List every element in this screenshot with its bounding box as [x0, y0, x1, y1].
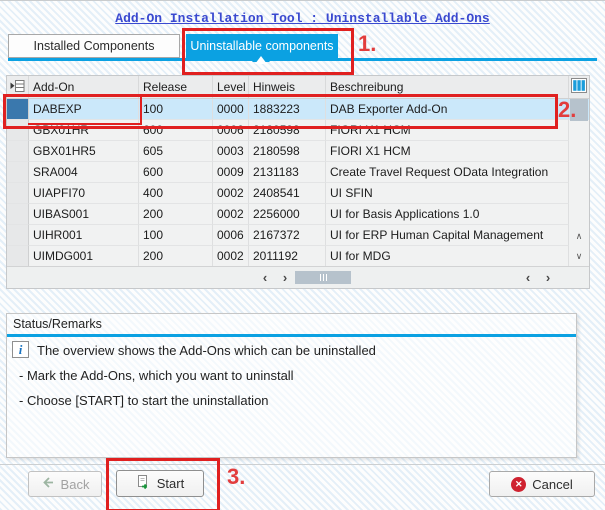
status-remarks-panel: Status/Remarks i The overview shows the … [6, 313, 577, 458]
tab-installed-label: Installed Components [34, 39, 155, 53]
row-selector[interactable] [7, 141, 29, 162]
annotation-number-2: 2. [558, 97, 576, 123]
status-panel-title: Status/Remarks [13, 317, 102, 331]
cell-release[interactable]: 605 [139, 141, 213, 162]
cell-beschreibung[interactable]: UI SFIN [326, 183, 569, 204]
cancel-icon: ✕ [511, 477, 526, 492]
cell-level[interactable]: 0002 [213, 246, 249, 267]
status-info-text: The overview shows the Add-Ons which can… [37, 343, 376, 358]
horizontal-scrollbar-thumb[interactable] [295, 271, 351, 284]
annotation-number-3: 3. [227, 464, 245, 490]
cell-beschreibung[interactable]: Create Travel Request OData Integration [326, 162, 569, 183]
cell-release[interactable]: 200 [139, 246, 213, 267]
row-selector[interactable] [7, 162, 29, 183]
annotation-box-1 [182, 28, 354, 75]
cell-addon[interactable]: UIHR001 [29, 225, 139, 246]
cell-hinweis[interactable]: 2256000 [249, 204, 326, 225]
cell-release[interactable]: 200 [139, 204, 213, 225]
back-button: Back [28, 471, 102, 497]
status-bullet-2: - Choose [START] to start the uninstalla… [19, 393, 269, 408]
cell-addon[interactable]: GBX01HR5 [29, 141, 139, 162]
row-selector[interactable] [7, 204, 29, 225]
cell-hinweis[interactable]: 2180598 [249, 141, 326, 162]
annotation-number-1: 1. [358, 31, 376, 57]
pane-scroll-right-button[interactable]: › [540, 268, 556, 287]
row-selector[interactable] [7, 183, 29, 204]
cell-beschreibung[interactable]: UI for ERP Human Capital Management [326, 225, 569, 246]
cancel-button-label: Cancel [532, 477, 572, 492]
cell-release[interactable]: 100 [139, 225, 213, 246]
cell-addon[interactable]: UIMDG001 [29, 246, 139, 267]
table-select-all-icon [10, 79, 25, 96]
cell-level[interactable]: 0009 [213, 162, 249, 183]
pane-scroll-left-button[interactable]: ‹ [520, 268, 536, 287]
cell-level[interactable]: 0002 [213, 204, 249, 225]
page-title: Add-On Installation Tool : Uninstallable… [0, 11, 605, 26]
chevron-up-icon: ∧ [576, 231, 583, 242]
chevron-down-icon: ∨ [576, 251, 583, 262]
status-bullet-1: - Mark the Add-Ons, which you want to un… [19, 368, 294, 383]
info-icon: i [12, 341, 29, 358]
table-row[interactable]: UIMDG00120000022011192UI for MDG [7, 246, 589, 267]
cell-level[interactable]: 0003 [213, 141, 249, 162]
cell-release[interactable]: 600 [139, 162, 213, 183]
scroll-up-button[interactable]: ∧ [569, 226, 589, 246]
annotation-box-3 [106, 458, 220, 510]
chevron-left-icon: ‹ [263, 270, 267, 285]
cancel-button[interactable]: ✕ Cancel [489, 471, 595, 497]
cell-hinweis[interactable]: 2408541 [249, 183, 326, 204]
chevron-left-icon: ‹ [526, 270, 530, 285]
row-selector[interactable] [7, 225, 29, 246]
status-panel-divider [7, 334, 576, 337]
cell-addon[interactable]: SRA004 [29, 162, 139, 183]
row-selector[interactable] [7, 246, 29, 267]
horizontal-scrollbar: ‹ › ‹ › [7, 266, 569, 288]
cell-hinweis[interactable]: 2011192 [249, 246, 326, 267]
chevron-right-icon: › [546, 270, 550, 285]
cell-hinweis[interactable]: 2131183 [249, 162, 326, 183]
cell-release[interactable]: 400 [139, 183, 213, 204]
footer-bar: Back Start ✕ Cancel [0, 464, 605, 510]
cell-beschreibung[interactable]: UI for Basis Applications 1.0 [326, 204, 569, 225]
cell-hinweis[interactable]: 2167372 [249, 225, 326, 246]
scroll-left-button[interactable]: ‹ [257, 268, 273, 287]
back-icon [41, 476, 55, 492]
scrollbar-corner [569, 266, 589, 288]
table-row[interactable]: UIHR00110000062167372UI for ERP Human Ca… [7, 225, 589, 246]
addon-installation-dialog: Add-On Installation Tool : Uninstallable… [0, 0, 605, 510]
back-button-label: Back [61, 477, 90, 492]
table-row[interactable]: SRA00460000092131183Create Travel Reques… [7, 162, 589, 183]
scroll-right-button[interactable]: › [277, 268, 293, 287]
table-layout-button[interactable] [569, 76, 589, 98]
tab-installed-components[interactable]: Installed Components [8, 34, 180, 58]
cell-addon[interactable]: UIBAS001 [29, 204, 139, 225]
annotation-cell-mark [28, 97, 142, 125]
table-row[interactable]: UIBAS00120000022256000UI for Basis Appli… [7, 204, 589, 225]
cell-level[interactable]: 0006 [213, 225, 249, 246]
table-row[interactable]: UIAPFI7040000022408541UI SFIN [7, 183, 589, 204]
cell-beschreibung[interactable]: FIORI X1 HCM [326, 141, 569, 162]
cell-addon[interactable]: UIAPFI70 [29, 183, 139, 204]
cell-beschreibung[interactable]: UI for MDG [326, 246, 569, 267]
scroll-down-button[interactable]: ∨ [569, 246, 589, 266]
table-row[interactable]: GBX01HR560500032180598FIORI X1 HCM [7, 141, 589, 162]
chevron-right-icon: › [283, 270, 287, 285]
table-layout-icon [571, 78, 587, 96]
cell-level[interactable]: 0002 [213, 183, 249, 204]
